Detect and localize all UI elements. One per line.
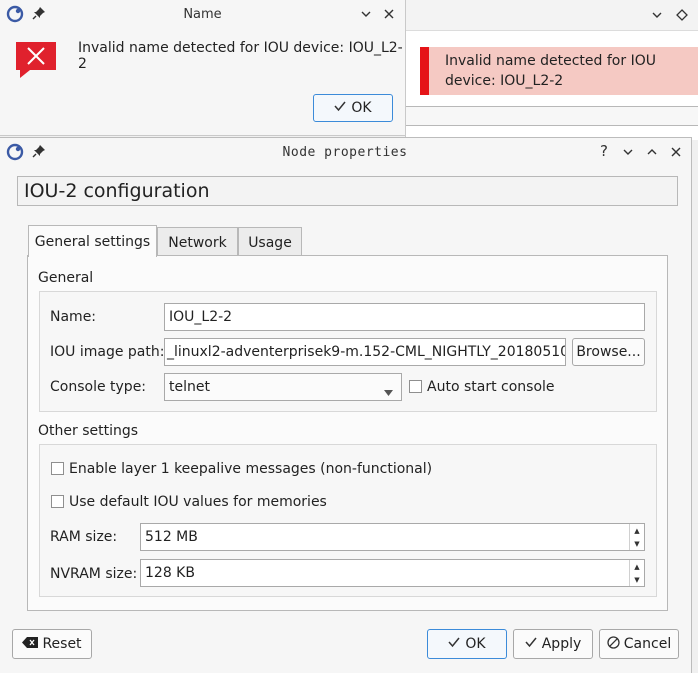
error-icon bbox=[16, 42, 56, 86]
check-icon bbox=[334, 100, 346, 116]
ok-label: OK bbox=[465, 636, 486, 652]
tab-label: General settings bbox=[34, 233, 151, 250]
image-path-label: IOU image path: bbox=[50, 344, 165, 360]
background-toolbar-strip bbox=[405, 106, 698, 126]
dropdown-arrow-icon bbox=[384, 384, 393, 400]
spin-up-icon[interactable]: ▲ bbox=[630, 524, 644, 537]
error-banner-bar bbox=[420, 47, 429, 95]
apply-button[interactable]: Apply bbox=[513, 629, 593, 659]
cancel-label: Cancel bbox=[623, 636, 672, 652]
spin-down-icon[interactable]: ▼ bbox=[630, 573, 644, 586]
ram-size-spinner[interactable]: ▲ ▼ bbox=[629, 524, 644, 550]
restore-icon[interactable] bbox=[673, 6, 691, 24]
chevron-down-icon[interactable] bbox=[648, 6, 666, 24]
ram-size-spinbox[interactable]: 512 MB ▲ ▼ bbox=[140, 523, 645, 551]
keepalive-label: Enable layer 1 keepalive messages (non-f… bbox=[69, 461, 433, 477]
auto-start-console-checkbox[interactable] bbox=[409, 380, 422, 393]
node-dialog-titlebar: Node properties ? bbox=[0, 138, 690, 166]
ok-button[interactable]: OK bbox=[427, 629, 507, 659]
ok-label: OK bbox=[351, 100, 372, 116]
background-titlebar bbox=[405, 0, 698, 31]
config-title: IOU-2 configuration bbox=[17, 176, 678, 206]
ram-size-label: RAM size: bbox=[50, 529, 118, 545]
tab-usage[interactable]: Usage bbox=[238, 227, 302, 257]
spin-down-icon[interactable]: ▼ bbox=[630, 537, 644, 550]
ram-size-value: 512 MB bbox=[145, 529, 198, 545]
spin-up-icon[interactable]: ▲ bbox=[630, 560, 644, 573]
check-icon bbox=[525, 636, 537, 652]
other-settings-section-label: Other settings bbox=[38, 423, 139, 439]
nvram-size-spinner[interactable]: ▲ ▼ bbox=[629, 560, 644, 586]
default-memory-label: Use default IOU values for memories bbox=[69, 494, 327, 510]
cancel-icon bbox=[607, 635, 620, 653]
tab-label: Usage bbox=[248, 234, 292, 251]
name-label: Name: bbox=[50, 309, 97, 325]
general-section-label: General bbox=[38, 270, 94, 286]
name-dialog-ok-button[interactable]: OK bbox=[313, 94, 393, 122]
name-dialog-title: Name bbox=[183, 7, 222, 22]
tab-general-settings[interactable]: General settings bbox=[28, 225, 157, 257]
reset-label: Reset bbox=[42, 636, 82, 652]
name-dialog-message: Invalid name detected for IOU device: IO… bbox=[78, 40, 403, 72]
cancel-button[interactable]: Cancel bbox=[599, 629, 679, 659]
nvram-size-spinbox[interactable]: 128 KB ▲ ▼ bbox=[140, 559, 645, 587]
chevron-down-icon[interactable] bbox=[357, 5, 375, 23]
auto-start-console-label: Auto start console bbox=[427, 379, 555, 395]
browse-label: Browse... bbox=[576, 344, 641, 360]
node-dialog-title: Node properties bbox=[282, 145, 408, 160]
default-memory-checkbox[interactable] bbox=[51, 495, 64, 508]
chevron-up-icon[interactable] bbox=[643, 143, 661, 161]
error-banner-text: Invalid name detected for IOU device: IO… bbox=[445, 53, 656, 89]
name-dialog-titlebar: Name bbox=[0, 0, 405, 28]
apply-label: Apply bbox=[541, 636, 582, 652]
close-icon[interactable] bbox=[380, 5, 398, 23]
help-icon[interactable]: ? bbox=[595, 142, 613, 160]
chevron-down-icon[interactable] bbox=[619, 143, 637, 161]
image-path-field[interactable]: _linuxl2-adventerprisek9-m.152-CML_NIGHT… bbox=[164, 338, 566, 366]
name-field[interactable]: IOU_L2-2 bbox=[164, 303, 645, 331]
console-type-select[interactable]: telnet bbox=[164, 373, 402, 401]
close-icon[interactable] bbox=[667, 143, 685, 161]
browse-button[interactable]: Browse... bbox=[572, 338, 645, 366]
console-type-label: Console type: bbox=[50, 379, 147, 395]
tab-label: Network bbox=[168, 234, 227, 251]
check-icon bbox=[448, 636, 460, 652]
keepalive-checkbox[interactable] bbox=[51, 462, 64, 475]
nvram-size-value: 128 KB bbox=[145, 565, 195, 581]
backspace-icon bbox=[22, 636, 39, 652]
name-dialog: Name Invalid name detected for IOU devic… bbox=[0, 0, 406, 136]
nvram-size-label: NVRAM size: bbox=[50, 566, 138, 582]
reset-button[interactable]: Reset bbox=[12, 629, 92, 659]
console-type-value: telnet bbox=[169, 379, 210, 395]
tab-network[interactable]: Network bbox=[157, 227, 238, 257]
